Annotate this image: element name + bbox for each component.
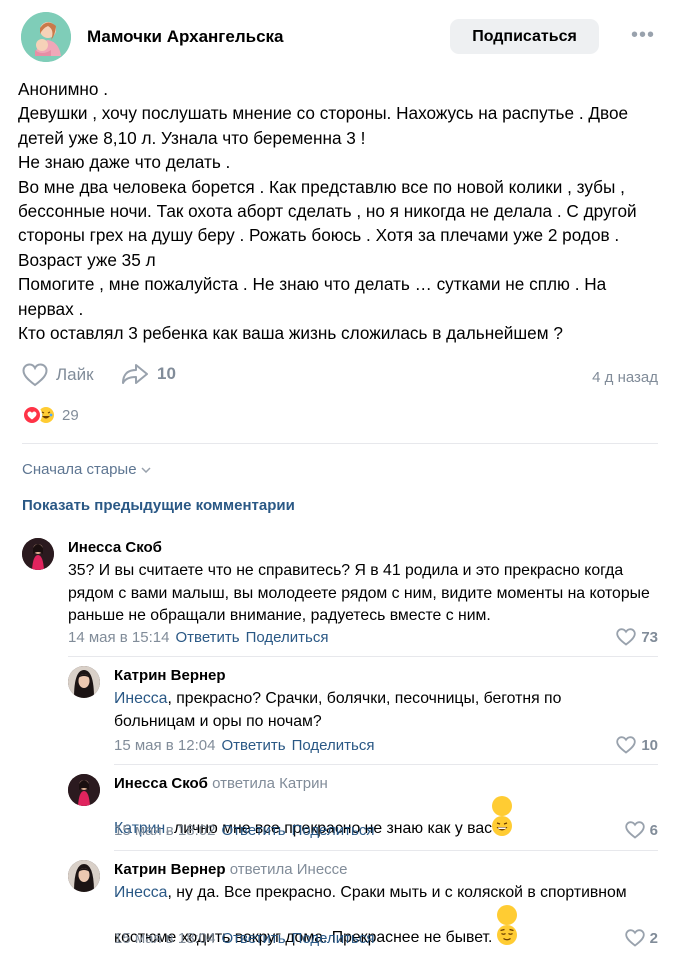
share-arrow-icon [122, 364, 148, 384]
avatar[interactable] [22, 538, 54, 570]
group-name[interactable]: Мамочки Архангельска [87, 27, 284, 47]
post-text: Анонимно . Девушки , хочу послушать мнен… [18, 79, 637, 344]
comment-like-count: 2 [649, 929, 658, 947]
comment-reply: Катрин Вернер Инесса, прекрасно? Срачки,… [68, 666, 658, 758]
heart-outline-icon [616, 736, 637, 754]
comment-like-button[interactable]: 10 [616, 736, 658, 754]
comment-author[interactable]: Инесса Скоб ответила Катрин [114, 775, 328, 792]
share-comment-button[interactable]: Поделиться [292, 930, 375, 947]
comment-text: 35? И вы считаете что не справитесь? Я в… [68, 562, 650, 624]
comment-meta: 15 мая в 18:04 Ответить Поделиться [114, 930, 374, 947]
share-count: 10 [157, 364, 176, 383]
comment-like-button[interactable]: 2 [624, 929, 658, 947]
more-dots-icon[interactable]: ••• [628, 25, 658, 45]
comment-date[interactable]: 15 мая в 12:04 [114, 737, 215, 754]
divider [68, 656, 658, 657]
replied-to[interactable]: ответила Катрин [212, 775, 328, 792]
avatar[interactable] [68, 774, 100, 806]
share-button[interactable]: 10 [121, 363, 176, 385]
chevron-down-icon [141, 466, 151, 473]
divider [114, 764, 658, 765]
comment-like-button[interactable]: 6 [624, 821, 658, 839]
heart-outline-icon [616, 628, 637, 646]
reply-button[interactable]: Ответить [221, 930, 285, 947]
author-name[interactable]: Инесса Скоб [114, 775, 208, 792]
comment-like-count: 73 [641, 628, 658, 646]
comment-date[interactable]: 15 мая в 18:02 [114, 822, 215, 839]
comment-date[interactable]: 15 мая в 18:04 [114, 930, 215, 947]
heart-outline-icon [624, 929, 645, 947]
reply-button[interactable]: Ответить [221, 737, 285, 754]
comment-meta: 15 мая в 18:02 Ответить Поделиться [114, 822, 374, 839]
sort-dropdown[interactable]: Сначала старые [22, 461, 151, 478]
post-header: Мамочки Архангельска Подписаться ••• [0, 0, 674, 74]
heart-outline-icon [624, 821, 645, 839]
comment-meta: 15 мая в 12:04 Ответить Поделиться [114, 737, 374, 754]
grinning-emoji-icon [492, 796, 513, 836]
divider [22, 443, 658, 444]
comment-text: Инесса, прекрасно? Срачки, болячки, песо… [114, 688, 614, 733]
show-previous-comments-link[interactable]: Показать предыдущие комментарии [22, 497, 295, 514]
comment: Инесса Скоб 35? И вы считаете что не спр… [22, 538, 658, 650]
heart-reaction-icon [22, 405, 42, 425]
replied-to[interactable]: ответила Инессе [230, 861, 348, 878]
comment-like-button[interactable]: 73 [616, 628, 658, 646]
comment-author[interactable]: Катрин Вернер [114, 667, 226, 684]
reactions-summary[interactable]: 29 [22, 405, 79, 425]
avatar[interactable] [68, 666, 100, 698]
share-comment-button[interactable]: Поделиться [292, 822, 375, 839]
share-comment-button[interactable]: Поделиться [246, 629, 329, 646]
post-actions: Лайк 10 4 д назад [0, 360, 674, 394]
subscribe-button[interactable]: Подписаться [450, 19, 599, 54]
post-time[interactable]: 4 д назад [592, 369, 658, 386]
comment-like-count: 10 [641, 736, 658, 754]
reply-button[interactable]: Ответить [175, 629, 239, 646]
comment-date[interactable]: 14 мая в 15:14 [68, 629, 169, 646]
reactions-count: 29 [62, 406, 79, 424]
like-button[interactable]: Лайк [22, 363, 94, 387]
relieved-emoji-icon [496, 904, 517, 945]
mention-link[interactable]: Инесса [114, 690, 167, 707]
comment-meta: 14 мая в 15:14 Ответить Поделиться [68, 629, 328, 646]
like-label: Лайк [56, 365, 94, 384]
author-name[interactable]: Катрин Вернер [114, 861, 226, 878]
group-avatar[interactable] [21, 12, 71, 62]
comment-reply: Инесса Скоб ответила Катрин Катрин, личн… [68, 774, 658, 846]
comment-author[interactable]: Инесса Скоб [68, 539, 162, 556]
comment-like-count: 6 [649, 821, 658, 839]
heart-outline-icon [22, 363, 48, 387]
reply-button[interactable]: Ответить [221, 822, 285, 839]
comment-body: , прекрасно? Срачки, болячки, песочницы,… [114, 690, 562, 730]
mention-link[interactable]: Инесса [114, 884, 167, 901]
comment-reply: Катрин Вернер ответила Инессе Инесса, ну… [68, 860, 658, 952]
avatar[interactable] [68, 860, 100, 892]
share-comment-button[interactable]: Поделиться [292, 737, 375, 754]
sort-label: Сначала старые [22, 461, 137, 478]
comment-author[interactable]: Катрин Вернер ответила Инессе [114, 861, 348, 878]
divider [114, 850, 658, 851]
